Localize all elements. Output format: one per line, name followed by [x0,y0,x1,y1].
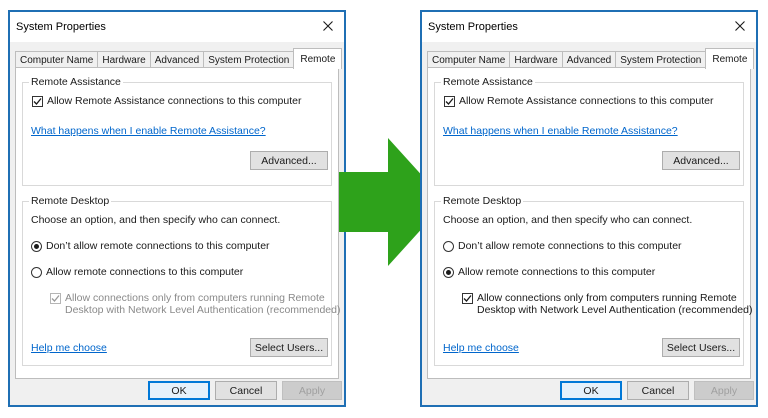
remote-tab-panel: Remote Assistance Allow Remote Assistanc… [15,67,340,379]
nla-label: Allow connections only from computers ru… [477,292,752,316]
apply-button[interactable]: Apply [282,381,342,400]
advanced-button[interactable]: Advanced... [250,151,328,170]
nla-checkbox: Allow connections only from computers ru… [50,292,340,316]
remote-assistance-group: Remote Assistance Allow Remote Assistanc… [434,76,744,186]
dialog-footer: OK Cancel Apply [10,381,344,403]
checkbox-label: Allow Remote Assistance connections to t… [459,95,714,107]
nla-label-line-2: Desktop with Network Level Authenticatio… [477,304,753,316]
apply-button[interactable]: Apply [694,381,754,400]
instructions-text: Choose an option, and then specify who c… [443,214,693,226]
advanced-button[interactable]: Advanced... [662,151,740,170]
remote-desktop-group: Remote Desktop Choose an option, and the… [434,195,752,366]
tab-computer-name[interactable]: Computer Name [15,51,99,68]
radio-button[interactable] [443,240,454,252]
tab-advanced[interactable]: Advanced [149,51,205,68]
close-icon [323,21,333,31]
radio-label: Allow remote connections to this compute… [46,266,244,278]
remote-tab-panel: Remote Assistance Allow Remote Assistanc… [427,67,752,379]
nla-label-line-2: Desktop with Network Level Authenticatio… [65,304,341,316]
tab-strip: Computer Name Hardware Advanced System P… [427,48,755,69]
nla-label-line-1: Allow connections only from computers ru… [477,292,737,304]
tab-strip: Computer Name Hardware Advanced System P… [15,48,343,69]
radio-label: Don’t allow remote connections to this c… [458,240,682,252]
group-title: Remote Desktop [29,195,112,207]
tab-advanced[interactable]: Advanced [561,51,617,68]
radio-button[interactable] [31,266,42,278]
ok-button[interactable]: OK [148,381,210,400]
check-icon [463,295,472,302]
tab-hardware[interactable]: Hardware [97,51,151,68]
group-title: Remote Assistance [29,76,123,88]
nla-label-line-1: Allow connections only from computers ru… [65,292,325,304]
close-icon [735,21,745,31]
remote-assistance-help-link[interactable]: What happens when I enable Remote Assist… [31,125,266,137]
checkbox-box [50,293,61,304]
group-title: Remote Assistance [441,76,535,88]
radio-dot [446,269,451,275]
tab-remote[interactable]: Remote [705,48,755,69]
allow-remote-assistance-checkbox[interactable]: Allow Remote Assistance connections to t… [32,95,301,107]
dialog-title: System Properties [428,21,518,33]
nla-checkbox[interactable]: Allow connections only from computers ru… [462,292,752,316]
check-icon [445,97,454,105]
tab-computer-name[interactable]: Computer Name [427,51,511,68]
allow-remote-assistance-checkbox[interactable]: Allow Remote Assistance connections to t… [444,95,713,107]
group-title: Remote Desktop [441,195,524,207]
checkbox-label: Allow Remote Assistance connections to t… [47,95,302,107]
remote-assistance-help-link[interactable]: What happens when I enable Remote Assist… [443,125,678,137]
check-icon [51,295,60,302]
nla-label: Allow connections only from computers ru… [65,292,340,316]
radio-dont-allow[interactable]: Don’t allow remote connections to this c… [443,240,682,252]
system-properties-dialog-before: System Properties Computer Name Hardware… [8,10,346,407]
ok-button[interactable]: OK [560,381,622,400]
radio-dot [34,243,39,249]
tab-system-protection[interactable]: System Protection [203,51,295,68]
checkbox-box[interactable] [32,95,43,107]
close-button[interactable] [726,14,754,38]
title-bar: System Properties [10,12,344,42]
title-bar: System Properties [422,12,756,42]
instructions-text: Choose an option, and then specify who c… [31,214,281,226]
tab-system-protection[interactable]: System Protection [615,51,707,68]
check-icon [33,97,42,105]
cancel-button[interactable]: Cancel [215,381,277,400]
remote-desktop-group: Remote Desktop Choose an option, and the… [22,195,340,366]
select-users-button[interactable]: Select Users... [250,338,328,357]
radio-allow[interactable]: Allow remote connections to this compute… [443,266,655,278]
radio-label: Allow remote connections to this compute… [458,266,656,278]
checkbox-box[interactable] [444,95,455,107]
dialog-title: System Properties [16,21,106,33]
radio-label: Don’t allow remote connections to this c… [46,240,270,252]
help-me-choose-link[interactable]: Help me choose [443,342,519,354]
checkbox-box[interactable] [462,293,473,304]
cancel-button[interactable]: Cancel [627,381,689,400]
tab-remote[interactable]: Remote [293,48,343,69]
radio-button[interactable] [31,240,42,252]
help-me-choose-link[interactable]: Help me choose [31,342,107,354]
select-users-button[interactable]: Select Users... [662,338,740,357]
radio-allow[interactable]: Allow remote connections to this compute… [31,266,243,278]
tab-hardware[interactable]: Hardware [509,51,563,68]
dialog-footer: OK Cancel Apply [422,381,756,403]
radio-dont-allow[interactable]: Don’t allow remote connections to this c… [31,240,270,252]
remote-assistance-group: Remote Assistance Allow Remote Assistanc… [22,76,332,186]
system-properties-dialog-after: System Properties Computer Name Hardware… [420,10,758,407]
close-button[interactable] [314,14,342,38]
radio-button[interactable] [443,266,454,278]
